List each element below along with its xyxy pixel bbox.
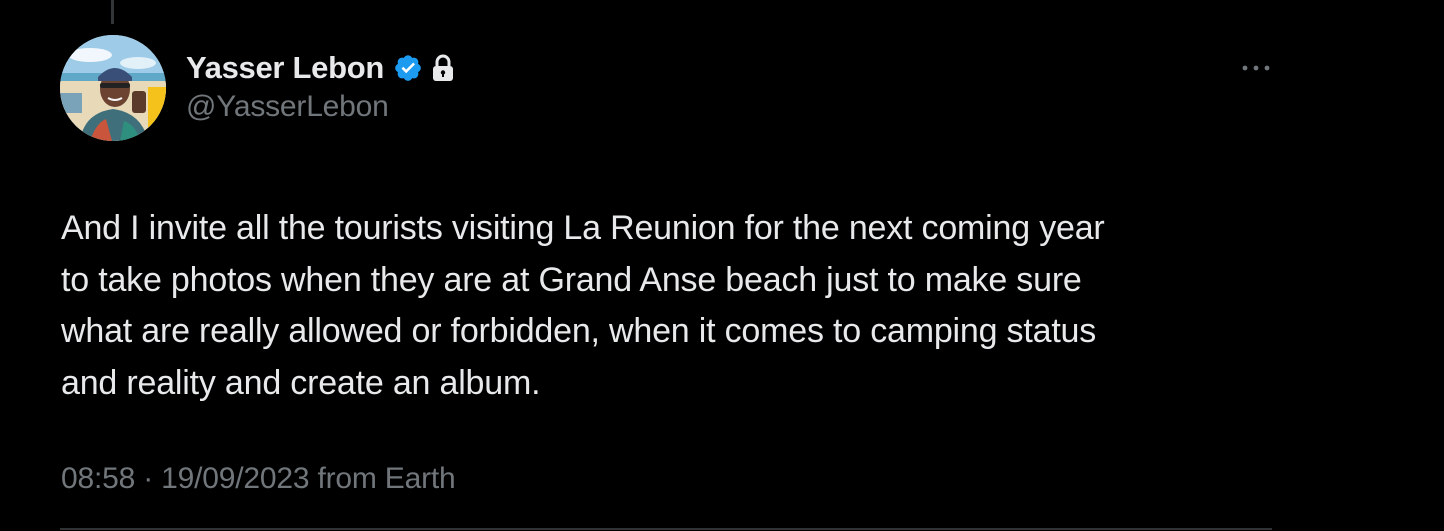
tweet-source: from Earth bbox=[317, 462, 456, 495]
avatar-photo-beach bbox=[60, 35, 166, 141]
name-row: Yasser Lebon bbox=[186, 48, 455, 88]
more-options-button[interactable] bbox=[1236, 56, 1276, 80]
tweet-text-line: and reality and create an album. bbox=[61, 363, 541, 402]
divider bbox=[60, 528, 1272, 530]
author-handle[interactable]: @YasserLebon bbox=[186, 90, 455, 124]
more-horizontal-icon bbox=[1242, 65, 1270, 71]
avatar[interactable] bbox=[60, 35, 166, 141]
tweet-date[interactable]: 19/09/2023 bbox=[161, 462, 309, 495]
meta-separator: · bbox=[143, 462, 154, 495]
author-display-name[interactable]: Yasser Lebon bbox=[186, 50, 384, 86]
author-header: Yasser Lebon @YasserLebon bbox=[186, 48, 455, 124]
tweet-time[interactable]: 08:58 bbox=[61, 462, 135, 495]
tweet-text-line: what are really allowed or forbidden, wh… bbox=[61, 312, 1097, 350]
verified-badge-icon[interactable] bbox=[393, 53, 423, 83]
tweet-text-line: And I invite all the tourists visiting L… bbox=[61, 209, 1105, 247]
tweet-text-line: to take photos when they are at Grand An… bbox=[61, 260, 1082, 299]
tweet-text: And I invite all the tourists visiting L… bbox=[61, 203, 1281, 409]
tweet-detail: Yasser Lebon @YasserLebon And I invite a… bbox=[0, 0, 1444, 531]
tweet-metadata: 08:58 · 19/09/2023 from Earth bbox=[61, 462, 456, 496]
thread-connector-line bbox=[111, 0, 114, 24]
lock-icon bbox=[431, 54, 455, 82]
